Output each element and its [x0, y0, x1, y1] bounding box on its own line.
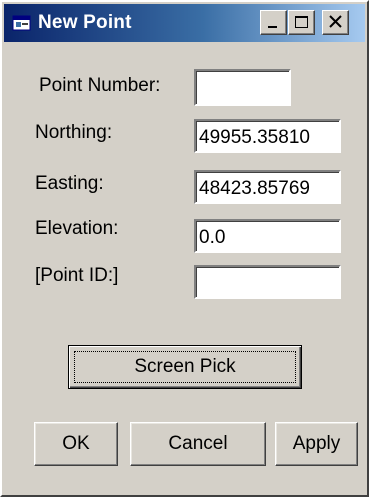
minimize-icon	[268, 26, 277, 28]
cancel-label: Cancel	[168, 433, 228, 454]
ok-button[interactable]: OK	[34, 422, 118, 466]
elevation-label: Elevation:	[35, 218, 119, 239]
northing-input[interactable]: 49955.35810	[194, 119, 341, 153]
point-number-input[interactable]	[194, 69, 291, 106]
point-id-label: [Point ID:]	[35, 265, 119, 286]
easting-input[interactable]: 48423.85769	[194, 170, 341, 204]
screen-pick-button[interactable]: Screen Pick	[68, 345, 302, 389]
elevation-input[interactable]: 0.0	[194, 219, 341, 253]
cancel-button[interactable]: Cancel	[130, 422, 266, 466]
close-icon	[329, 15, 342, 28]
minimize-button[interactable]	[260, 10, 287, 35]
apply-button[interactable]: Apply	[275, 422, 358, 466]
maximize-button[interactable]	[288, 10, 315, 35]
point-id-input[interactable]	[194, 265, 341, 299]
apply-label: Apply	[292, 433, 341, 454]
app-window-icon	[12, 14, 32, 32]
easting-label: Easting:	[35, 173, 104, 194]
maximize-icon	[295, 16, 308, 28]
ok-label: OK	[62, 433, 90, 454]
window-title: New Point	[38, 12, 132, 33]
northing-label: Northing:	[35, 122, 113, 143]
point-number-label: Point Number:	[39, 75, 161, 96]
title-bar[interactable]: New Point	[4, 4, 365, 42]
close-button[interactable]	[322, 10, 349, 35]
new-point-dialog: New Point Point Number: Northing: 49955.…	[0, 0, 369, 497]
focus-indicator	[74, 351, 296, 383]
